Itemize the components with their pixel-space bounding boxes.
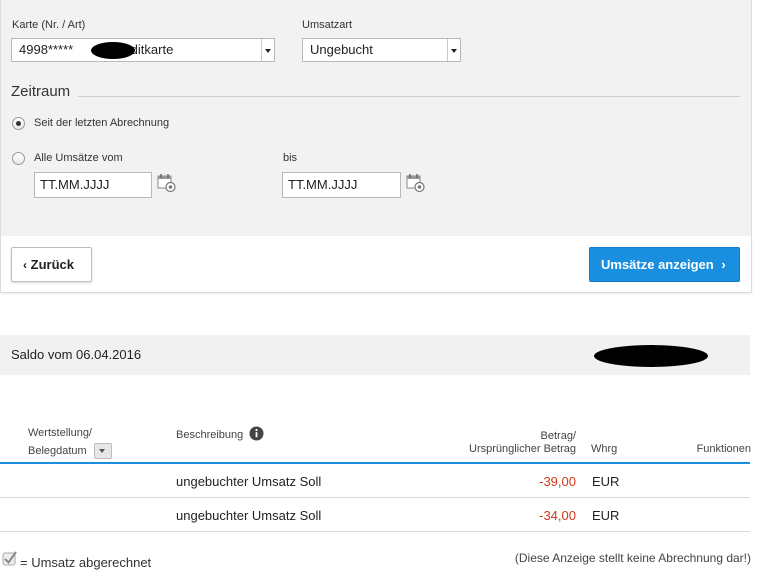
chevron-right-icon: › bbox=[721, 257, 726, 272]
chevron-down-icon bbox=[261, 39, 274, 61]
checkbox-checked-icon bbox=[2, 551, 17, 566]
saldo-redaction bbox=[594, 345, 708, 367]
to-date-input[interactable]: TT.MM.JJJJ bbox=[282, 172, 401, 198]
chevron-down-icon bbox=[447, 39, 460, 61]
show-transactions-label: Umsätze anzeigen bbox=[601, 257, 714, 272]
row-divider bbox=[0, 531, 750, 532]
disclaimer-text: (Diese Anzeige stellt keine Abrechnung d… bbox=[514, 551, 751, 565]
back-button[interactable]: ‹ Zurück bbox=[11, 247, 92, 282]
amount-header-line1: Betrag/ bbox=[540, 430, 576, 442]
to-label: bis bbox=[283, 152, 298, 164]
row-currency: EUR bbox=[592, 508, 620, 523]
legend-text: = Umsatz abgerechnet bbox=[20, 555, 152, 570]
row-amount: -34,00 bbox=[539, 508, 576, 523]
radio-since-last[interactable] bbox=[12, 117, 25, 130]
card-select[interactable]: 4998***** / Kreditkarte bbox=[11, 38, 275, 62]
type-select[interactable]: Ungebucht bbox=[302, 38, 461, 62]
from-date-input[interactable]: TT.MM.JJJJ bbox=[34, 172, 152, 198]
amount-header: Betrag/ Ursprünglicher Betrag bbox=[440, 430, 576, 456]
saldo-label: Saldo vom 06.04.2016 bbox=[11, 347, 142, 362]
row-description: ungebuchter Umsatz Soll bbox=[176, 508, 322, 523]
description-header: Beschreibung bbox=[176, 429, 244, 441]
period-divider bbox=[78, 96, 740, 97]
radio-since-last-label: Seit der letzten Abrechnung bbox=[34, 117, 170, 129]
back-button-label: Zurück bbox=[30, 257, 74, 272]
row-divider bbox=[0, 497, 750, 498]
table-header-rule bbox=[0, 462, 750, 464]
type-label: Umsatzart bbox=[302, 19, 353, 31]
sort-icon[interactable] bbox=[93, 443, 112, 460]
date-header-line2: Belegdatum bbox=[28, 442, 112, 460]
redaction-mark bbox=[91, 42, 135, 59]
info-icon[interactable] bbox=[249, 426, 264, 441]
calendar-icon[interactable] bbox=[406, 173, 426, 193]
row-amount: -39,00 bbox=[539, 474, 576, 489]
show-transactions-button[interactable]: Umsätze anzeigen › bbox=[589, 247, 740, 282]
row-description: ungebuchter Umsatz Soll bbox=[176, 474, 322, 489]
card-label: Karte (Nr. / Art) bbox=[12, 19, 86, 31]
from-date-value: TT.MM.JJJJ bbox=[40, 177, 110, 192]
to-date-value: TT.MM.JJJJ bbox=[288, 177, 358, 192]
row-currency: EUR bbox=[592, 474, 620, 489]
chevron-left-icon: ‹ bbox=[23, 258, 27, 272]
period-title: Zeitraum bbox=[11, 83, 71, 100]
functions-header: Funktionen bbox=[696, 443, 751, 455]
radio-all-from-label: Alle Umsätze vom bbox=[34, 152, 123, 164]
currency-header: Whrg bbox=[591, 443, 618, 455]
type-value: Ungebucht bbox=[310, 42, 373, 57]
card-value-prefix: 4998***** bbox=[19, 42, 74, 57]
amount-header-line2: Ursprünglicher Betrag bbox=[469, 443, 576, 455]
date-header-line1: Wertstellung/ bbox=[28, 427, 92, 439]
radio-all-from[interactable] bbox=[12, 152, 25, 165]
date-header[interactable]: Wertstellung/ Belegdatum bbox=[28, 424, 112, 460]
calendar-icon[interactable] bbox=[157, 173, 177, 193]
